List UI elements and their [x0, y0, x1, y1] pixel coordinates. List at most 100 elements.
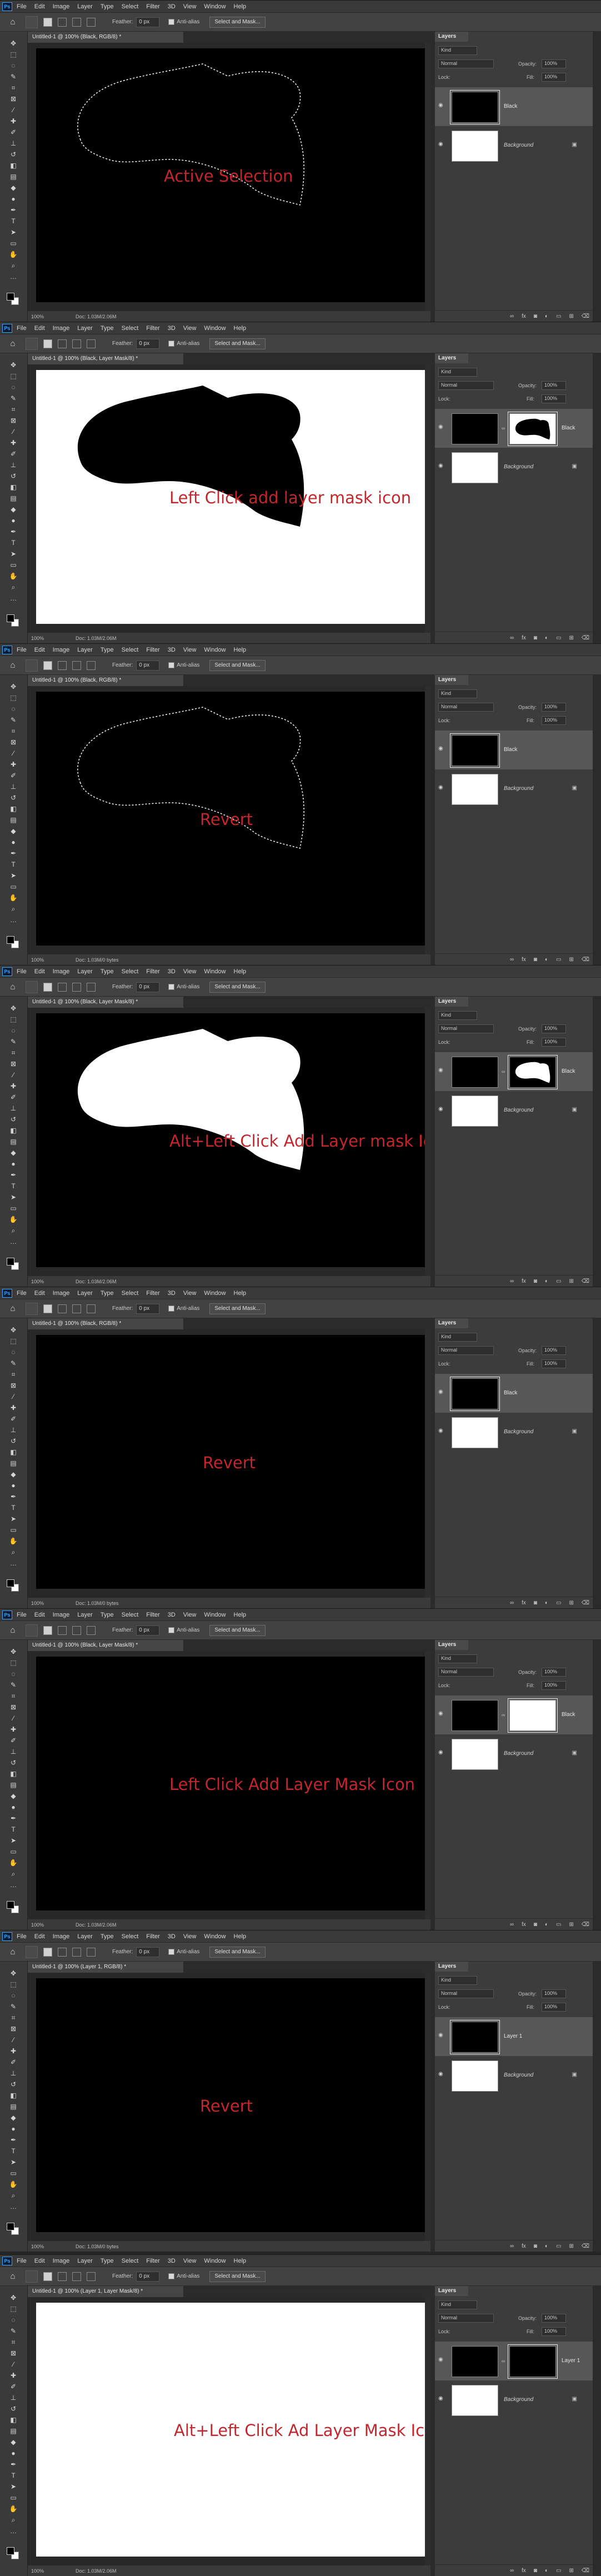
- clone-stamp-icon[interactable]: ⊥: [8, 1104, 18, 1112]
- subtract-selection-icon[interactable]: [72, 1947, 81, 1957]
- more-tools-icon[interactable]: …: [8, 2203, 18, 2210]
- type-tool-icon[interactable]: T: [8, 2472, 18, 2479]
- hand-tool-icon[interactable]: ✋: [8, 1859, 18, 1867]
- antialias-checkbox[interactable]: Anti-alias: [168, 1949, 199, 1955]
- pen-tool-icon[interactable]: ✒: [8, 1171, 18, 1179]
- subtract-selection-icon[interactable]: [72, 1304, 81, 1313]
- document-tab[interactable]: Untitled-1 @ 100% (Black, Layer Mask/8) …: [28, 1640, 183, 1651]
- menu-image[interactable]: Image: [53, 2258, 70, 2264]
- adjustment-layer-icon[interactable]: ◐: [545, 957, 548, 963]
- lock-icon[interactable]: ▣: [572, 463, 577, 469]
- layers-panel-tab[interactable]: Layers: [435, 353, 468, 363]
- opacity-input[interactable]: 100%: [542, 2314, 566, 2323]
- layer-name[interactable]: Background: [504, 786, 533, 792]
- layer-name[interactable]: Layer 1: [562, 2358, 580, 2364]
- tool-preset-picker[interactable]: [26, 16, 38, 28]
- filter-kind-dropdown[interactable]: Kind: [438, 1654, 477, 1663]
- eyedropper-icon[interactable]: ⁄: [8, 1071, 18, 1079]
- blur-tool-icon[interactable]: ◆: [8, 506, 18, 513]
- layer-row[interactable]: ◉ Background ▣: [435, 126, 593, 165]
- move-tool-icon[interactable]: ✥: [8, 361, 18, 369]
- menu-filter[interactable]: Filter: [146, 1612, 159, 1618]
- brush-tool-icon[interactable]: ✐: [8, 1415, 18, 1423]
- frame-tool-icon[interactable]: ⊠: [8, 1060, 18, 1068]
- hand-tool-icon[interactable]: ✋: [8, 1216, 18, 1223]
- layer-name[interactable]: Background: [504, 2072, 533, 2078]
- menu-filter[interactable]: Filter: [146, 2258, 159, 2264]
- home-icon[interactable]: ⌂: [7, 338, 19, 350]
- photoshop-logo-icon[interactable]: Ps: [2, 2, 12, 11]
- marquee-tool-icon[interactable]: ⬚: [8, 1659, 18, 1667]
- menu-edit[interactable]: Edit: [34, 1933, 45, 1940]
- filter-kind-dropdown[interactable]: Kind: [438, 689, 477, 698]
- vertical-scrollbar[interactable]: [425, 1651, 430, 1919]
- feather-input[interactable]: 0 px: [136, 17, 160, 27]
- add-layer-mask-icon[interactable]: ◙: [534, 635, 537, 641]
- crop-tool-icon[interactable]: ⌗: [8, 1370, 18, 1378]
- layer-thumbnail[interactable]: [452, 2385, 498, 2416]
- marquee-tool-icon[interactable]: ⬚: [8, 1980, 18, 1988]
- eye-icon[interactable]: ◉: [438, 2072, 445, 2077]
- layers-panel-tab[interactable]: Layers: [435, 2286, 468, 2296]
- brush-tool-icon[interactable]: ✐: [8, 1737, 18, 1744]
- layer-thumbnail[interactable]: [450, 2020, 500, 2054]
- link-layers-icon[interactable]: ∞: [510, 1278, 514, 1284]
- tool-preset-picker[interactable]: [26, 1624, 38, 1637]
- eyedropper-icon[interactable]: ⁄: [8, 428, 18, 436]
- link-icon[interactable]: ∞: [502, 1069, 505, 1074]
- hand-tool-icon[interactable]: ✋: [8, 572, 18, 580]
- menu-image[interactable]: Image: [53, 1290, 70, 1297]
- select-and-mask-button[interactable]: Select and Mask...: [209, 1624, 266, 1636]
- tool-preset-picker[interactable]: [26, 981, 38, 993]
- layer-thumbnail[interactable]: [452, 1700, 498, 1731]
- tool-preset-picker[interactable]: [26, 2270, 38, 2283]
- path-select-icon[interactable]: ➤: [8, 1515, 18, 1523]
- new-selection-icon[interactable]: [43, 1625, 52, 1635]
- adjustment-layer-icon[interactable]: ◐: [545, 635, 548, 641]
- opacity-input[interactable]: 100%: [542, 1346, 566, 1355]
- new-group-icon[interactable]: ▭: [556, 1600, 561, 1606]
- healing-brush-icon[interactable]: ✚: [8, 1082, 18, 1090]
- eye-icon[interactable]: ◉: [438, 1750, 445, 1755]
- photoshop-logo-icon[interactable]: Ps: [2, 2256, 12, 2265]
- path-select-icon[interactable]: ➤: [8, 228, 18, 236]
- subtract-selection-icon[interactable]: [72, 2272, 81, 2281]
- menu-layer[interactable]: Layer: [77, 3, 93, 10]
- foreground-color-swatch[interactable]: [7, 2223, 14, 2230]
- adjustment-layer-icon[interactable]: ◐: [545, 2568, 548, 2574]
- menu-type[interactable]: Type: [101, 325, 114, 332]
- layer-row[interactable]: ◉ Black: [435, 1374, 593, 1413]
- opacity-input[interactable]: 100%: [542, 1024, 566, 1033]
- history-brush-icon[interactable]: ↺: [8, 794, 18, 802]
- dodge-tool-icon[interactable]: ●: [8, 195, 18, 203]
- select-and-mask-button[interactable]: Select and Mask...: [209, 1946, 266, 1958]
- history-brush-icon[interactable]: ↺: [8, 2080, 18, 2088]
- document-tab[interactable]: Untitled-1 @ 100% (Layer 1, Layer Mask/8…: [28, 2286, 183, 2297]
- intersect-selection-icon[interactable]: [87, 1304, 96, 1313]
- move-tool-icon[interactable]: ✥: [8, 1326, 18, 1334]
- menu-view[interactable]: View: [183, 1290, 197, 1297]
- trash-icon[interactable]: ⌫: [582, 1600, 589, 1606]
- lock-icon[interactable]: ▣: [572, 2396, 577, 2402]
- menu-layer[interactable]: Layer: [77, 325, 93, 332]
- crop-tool-icon[interactable]: ⌗: [8, 1049, 18, 1057]
- intersect-selection-icon[interactable]: [87, 339, 96, 348]
- add-layer-mask-icon[interactable]: ◙: [534, 1278, 537, 1284]
- lasso-tool-icon[interactable]: ◌: [8, 705, 18, 713]
- select-and-mask-button[interactable]: Select and Mask...: [209, 1303, 266, 1314]
- menu-window[interactable]: Window: [204, 325, 226, 332]
- photoshop-logo-icon[interactable]: Ps: [2, 645, 12, 654]
- intersect-selection-icon[interactable]: [87, 2272, 96, 2281]
- marquee-tool-icon[interactable]: ⬚: [8, 1016, 18, 1023]
- document-tab[interactable]: Untitled-1 @ 100% (Black, Layer Mask/8) …: [28, 353, 183, 364]
- quick-select-icon[interactable]: ✎: [8, 73, 18, 81]
- foreground-color-swatch[interactable]: [7, 614, 14, 622]
- filter-kind-dropdown[interactable]: Kind: [438, 368, 477, 377]
- layer-name[interactable]: Black: [562, 1712, 575, 1718]
- blend-mode-dropdown[interactable]: Normal: [438, 1346, 494, 1355]
- opacity-input[interactable]: 100%: [542, 59, 566, 68]
- fx-icon[interactable]: fx: [522, 313, 526, 319]
- pen-tool-icon[interactable]: ✒: [8, 206, 18, 214]
- layer-thumbnail[interactable]: [452, 1739, 498, 1770]
- intersect-selection-icon[interactable]: [87, 17, 96, 27]
